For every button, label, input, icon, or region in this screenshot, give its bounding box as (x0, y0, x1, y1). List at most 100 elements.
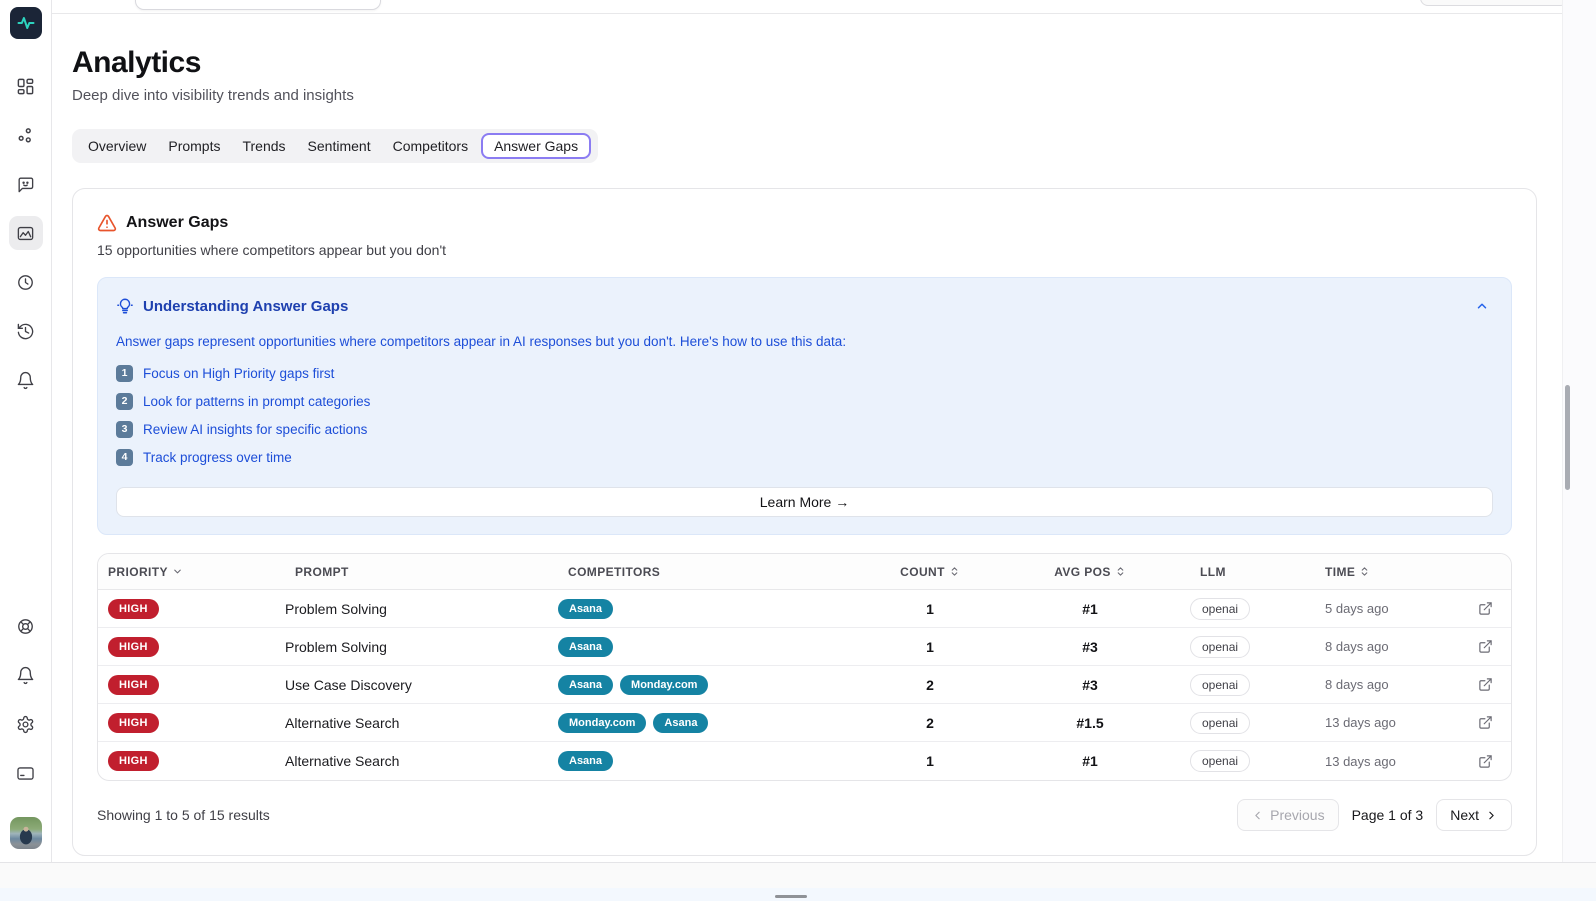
card-title: Answer Gaps (126, 214, 229, 231)
sidebar (0, 0, 52, 862)
count-value: 1 (926, 638, 934, 655)
column-label: TIME (1325, 564, 1356, 579)
time-cell: 5 days ago (1315, 601, 1460, 616)
prompt-cell: Alternative Search (285, 715, 558, 731)
page-subtitle: Deep dive into visibility trends and ins… (72, 87, 354, 104)
column-header-prompt: PROMPT (285, 565, 558, 579)
count-cell: 1 (870, 753, 990, 769)
external-link-icon[interactable] (1475, 750, 1497, 772)
clock-icon[interactable] (9, 265, 43, 299)
table-row: HIGH Alternative Search Monday.com Asana 2 #1… (98, 704, 1511, 742)
sidebar-nav-top (8, 69, 43, 397)
user-avatar[interactable] (9, 817, 42, 849)
dashboard-icon[interactable] (9, 69, 43, 103)
previous-button[interactable]: Previous (1237, 799, 1339, 831)
topbar-button[interactable] (1420, 0, 1562, 6)
llm-cell: openai (1190, 673, 1315, 696)
workflow-icon[interactable] (9, 118, 43, 152)
count-value: 2 (926, 676, 934, 693)
llm-badge: openai (1190, 597, 1251, 620)
count-value: 1 (926, 753, 934, 769)
notifications-icon[interactable] (9, 363, 43, 397)
window-drag-handle[interactable] (775, 895, 807, 898)
competitor-badge: Asana (653, 712, 709, 733)
column-header-priority[interactable]: PRIORITY (98, 565, 285, 579)
main-area: Analytics Deep dive into visibility tren… (52, 0, 1562, 862)
priority-badge: HIGH (108, 712, 159, 733)
step-number-badge: 2 (116, 392, 133, 410)
prompt-cell: Problem Solving (285, 639, 558, 655)
column-header-count[interactable]: COUNT (870, 565, 990, 579)
competitor-badge: Asana (558, 674, 614, 695)
external-link-icon[interactable] (1475, 674, 1497, 696)
chat-icon[interactable] (9, 167, 43, 201)
competitors-cell: Asana (558, 598, 870, 619)
infobox-steps: 1 Focus on High Priority gaps first 2 Look … (116, 363, 1493, 467)
external-link-icon[interactable] (1475, 636, 1497, 658)
card-subtitle: 15 opportunities where competitors appea… (97, 242, 447, 258)
table-row: HIGH Problem Solving Asana 1 #3 openai 8 days … (98, 628, 1511, 666)
sort-desc-icon (172, 566, 183, 577)
bottom-dock-band (0, 888, 1596, 901)
sidebar-nav-bottom (9, 609, 43, 854)
chevron-right-icon (1489, 811, 1494, 819)
avg-pos-cell: #1.5 (990, 715, 1190, 731)
help-icon[interactable] (9, 609, 43, 643)
actions-cell (1460, 636, 1511, 658)
chevron-up-icon[interactable] (1471, 295, 1493, 317)
tab-competitors[interactable]: Competitors (384, 133, 477, 159)
external-link-icon[interactable] (1475, 598, 1497, 620)
competitor-badge: Asana (558, 636, 614, 657)
prompt-cell: Alternative Search (285, 753, 558, 769)
count-cell: 2 (870, 715, 990, 731)
learn-more-button[interactable]: Learn More → (116, 487, 1493, 517)
table-row: HIGH Alternative Search Asana 1 #1 openai 13 d… (98, 742, 1511, 780)
competitor-badge: Monday.com (558, 712, 647, 733)
understanding-answer-gaps-box: Understanding Answer Gaps Answer gaps re… (97, 277, 1512, 535)
time-cell: 8 days ago (1315, 639, 1460, 654)
pulse-logo-icon (17, 17, 34, 29)
time-label: 13 days ago (1325, 753, 1396, 769)
avg-pos-cell: #1 (990, 753, 1190, 769)
tab-answer-gaps[interactable]: Answer Gaps (481, 133, 592, 159)
count-value: 1 (926, 600, 934, 617)
topbar-search-input[interactable] (135, 0, 381, 10)
sort-updown-icon (949, 566, 960, 577)
scrollbar-thumb[interactable] (1565, 385, 1570, 490)
external-link-icon[interactable] (1475, 712, 1497, 734)
pagination: Previous Page 1 of 3 Next (1237, 799, 1512, 831)
competitors-cell: Asana (558, 751, 870, 771)
tab-sentiment[interactable]: Sentiment (299, 133, 380, 159)
step-number-badge: 3 (116, 420, 133, 438)
history-icon[interactable] (9, 314, 43, 348)
chevron-left-icon (1255, 811, 1260, 819)
analytics-icon[interactable] (8, 216, 43, 250)
tab-overview[interactable]: Overview (79, 133, 155, 159)
prompt-cell: Problem Solving (285, 601, 558, 617)
step-text: Focus on High Priority gaps first (143, 365, 335, 381)
actions-cell (1460, 712, 1511, 734)
scrollbar-rail (1562, 0, 1596, 862)
column-header-avg-pos[interactable]: AVG POS (990, 565, 1190, 579)
next-button[interactable]: Next (1436, 799, 1512, 831)
sort-updown-icon (1359, 566, 1370, 577)
avg-pos-cell: #3 (990, 639, 1190, 655)
tab-prompts[interactable]: Prompts (159, 133, 229, 159)
lightbulb-icon (117, 298, 133, 314)
column-label: PROMPT (295, 564, 349, 579)
column-header-time[interactable]: TIME (1315, 565, 1460, 579)
time-label: 5 days ago (1325, 601, 1389, 616)
app-logo[interactable] (9, 7, 42, 39)
llm-cell: openai (1190, 597, 1315, 620)
info-step: 3 Review AI insights for specific actions (116, 419, 1493, 439)
settings-gear-icon[interactable] (9, 707, 43, 741)
tab-trends[interactable]: Trends (233, 133, 294, 159)
info-step: 1 Focus on High Priority gaps first (116, 363, 1493, 383)
priority-badge: HIGH (108, 598, 159, 619)
table-row: HIGH Problem Solving Asana 1 #1 openai 5 days … (98, 590, 1511, 628)
time-label: 8 days ago (1325, 639, 1389, 654)
time-cell: 13 days ago (1315, 754, 1460, 769)
llm-badge: openai (1190, 673, 1251, 696)
billing-card-icon[interactable] (9, 756, 43, 790)
alerts-bell-icon[interactable] (9, 658, 43, 692)
